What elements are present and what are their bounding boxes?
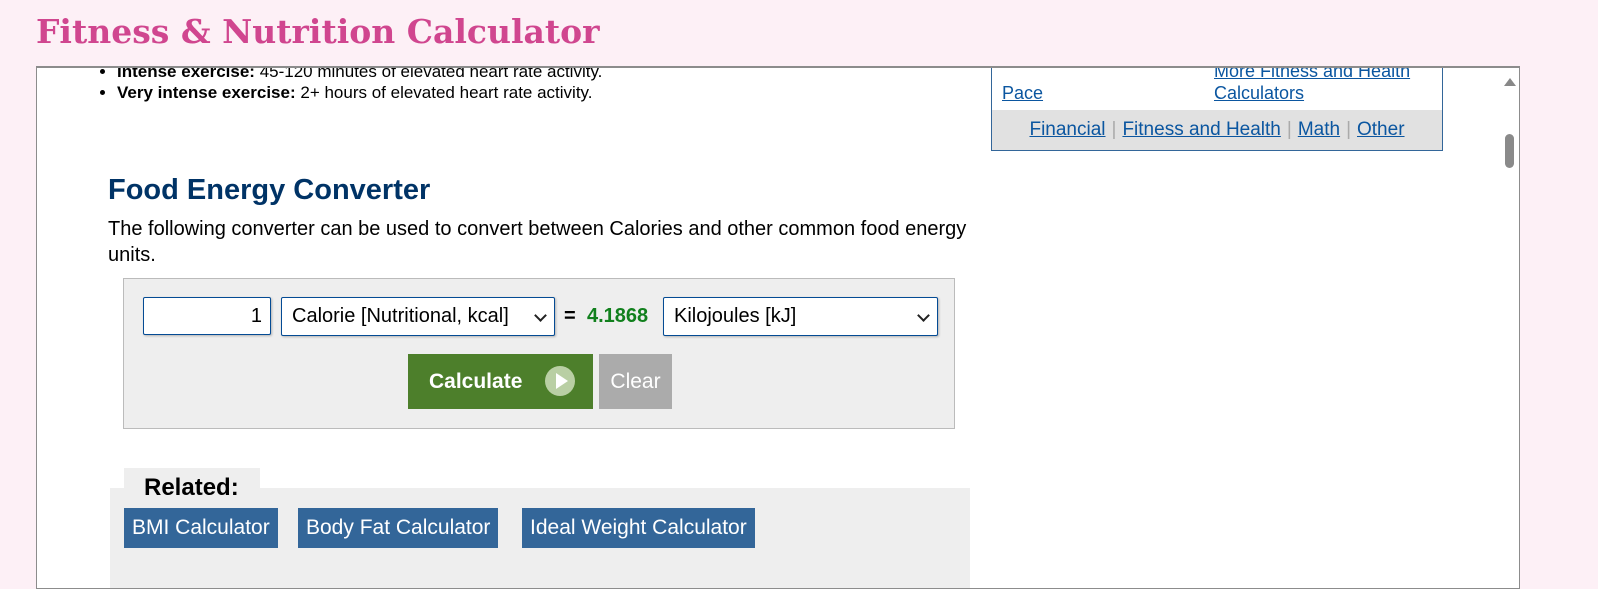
scroll-up-arrow-icon[interactable] — [1504, 78, 1516, 86]
activity-level-list: Intense exercise: 45-120 minutes of elev… — [117, 66, 603, 103]
from-unit-select[interactable]: Calorie [Nutritional, kcal] — [281, 297, 555, 336]
equals-sign: = — [564, 305, 576, 327]
app-title: Fitness & Nutrition Calculator — [36, 12, 600, 51]
related-link-ideal-weight[interactable]: Ideal Weight Calculator — [522, 508, 755, 548]
converter-form: Calorie [Nutritional, kcal] = 4.1868 Kil… — [123, 278, 955, 429]
activity-level-label: Very intense exercise: — [117, 83, 296, 102]
activity-level-text: 45-120 minutes of elevated heart rate ac… — [259, 66, 603, 81]
related-heading: Related: — [124, 468, 260, 501]
category-link-other[interactable]: Other — [1357, 119, 1405, 141]
from-unit-value: Calorie [Nutritional, kcal] — [292, 305, 509, 327]
conversion-result: 4.1868 — [587, 305, 649, 327]
list-item: Intense exercise: 45-120 minutes of elev… — [117, 66, 603, 82]
content-frame: Intense exercise: 45-120 minutes of elev… — [36, 66, 1520, 589]
related-link-bmi[interactable]: BMI Calculator — [124, 508, 278, 548]
activity-level-label: Intense exercise: — [117, 66, 255, 81]
sidebar-links: Pace More Fitness and Health Calculators — [992, 68, 1442, 109]
separator: | — [1111, 119, 1117, 140]
activity-level-text: 2+ hours of elevated heart rate activity… — [300, 83, 593, 102]
clear-button[interactable]: Clear — [599, 354, 672, 409]
play-icon — [545, 366, 575, 396]
sidebar-category-nav: Financial | Fitness and Health | Math | … — [992, 110, 1442, 150]
sidebar-link-more-calculators-line2[interactable]: Calculators — [1214, 82, 1304, 104]
sidebar-panel: Pace More Fitness and Health Calculators… — [991, 68, 1443, 151]
vertical-scrollbar[interactable] — [1499, 68, 1519, 588]
sidebar-link-pace[interactable]: Pace — [1002, 82, 1043, 104]
separator: | — [1286, 119, 1292, 140]
sidebar-link-more-calculators[interactable]: More Fitness and Health — [1214, 68, 1410, 82]
calculate-label: Calculate — [429, 369, 523, 393]
page-content: Intense exercise: 45-120 minutes of elev… — [37, 68, 1499, 588]
category-link-financial[interactable]: Financial — [1029, 119, 1105, 141]
chevron-down-icon — [534, 309, 547, 322]
scrollbar-thumb[interactable] — [1505, 134, 1514, 168]
converter-title: Food Energy Converter — [108, 174, 431, 206]
calculate-button[interactable]: Calculate — [408, 354, 593, 409]
related-panel: BMI Calculator Body Fat Calculator Ideal… — [110, 488, 970, 588]
converter-description: The following converter can be used to c… — [108, 218, 967, 266]
to-unit-value: Kilojoules [kJ] — [674, 305, 797, 327]
category-link-math[interactable]: Math — [1298, 119, 1340, 141]
category-link-fitness-health[interactable]: Fitness and Health — [1122, 119, 1280, 141]
chevron-down-icon — [917, 309, 930, 322]
related-link-body-fat[interactable]: Body Fat Calculator — [298, 508, 499, 548]
to-unit-select[interactable]: Kilojoules [kJ] — [663, 297, 938, 336]
quantity-input[interactable] — [143, 297, 271, 335]
separator: | — [1346, 119, 1351, 140]
list-item: Very intense exercise: 2+ hours of eleva… — [117, 82, 602, 103]
